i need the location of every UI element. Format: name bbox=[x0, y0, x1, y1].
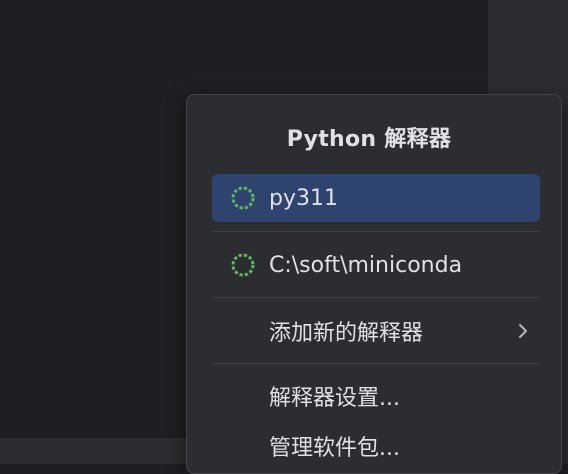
interpreter-label: py311 bbox=[269, 185, 338, 211]
add-new-interpreter-item[interactable]: 添加新的解释器 bbox=[212, 307, 540, 355]
chevron-right-icon bbox=[519, 324, 527, 338]
interpreter-label: C:\soft\miniconda bbox=[269, 252, 463, 278]
loading-spinner-icon bbox=[231, 186, 255, 210]
menu-item-label: 添加新的解释器 bbox=[269, 321, 424, 346]
divider bbox=[212, 297, 540, 298]
divider bbox=[212, 231, 540, 232]
interpreter-item-miniconda[interactable]: C:\soft\miniconda bbox=[212, 241, 540, 289]
loading-spinner-icon bbox=[231, 253, 255, 277]
divider bbox=[212, 363, 540, 364]
manage-packages-item[interactable]: 管理软件包... bbox=[212, 422, 540, 470]
interpreter-settings-item[interactable]: 解释器设置... bbox=[212, 372, 540, 420]
interpreter-item-py311[interactable]: py311 bbox=[212, 174, 540, 222]
menu-item-label: 管理软件包... bbox=[269, 436, 400, 461]
python-interpreter-popup: Python 解释器 py311 C:\soft\miniconda 添加新的解… bbox=[186, 94, 562, 474]
popup-title: Python 解释器 bbox=[286, 127, 452, 152]
menu-item-label: 解释器设置... bbox=[269, 386, 400, 411]
